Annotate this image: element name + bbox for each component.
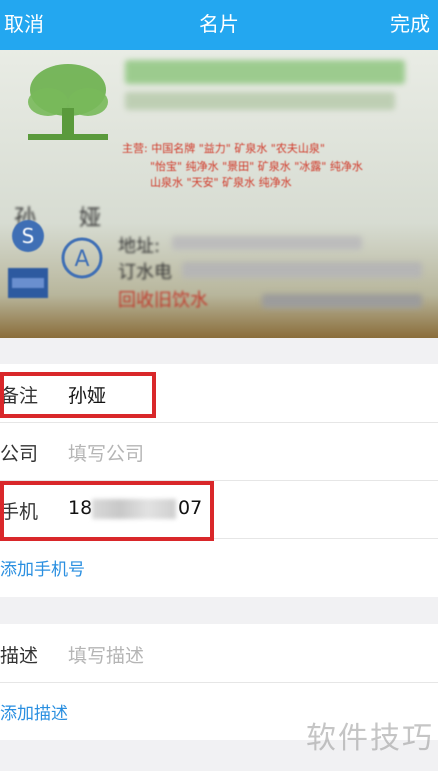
company-row[interactable]: 公司 填写公司 [0, 422, 438, 481]
add-phone-row[interactable]: 添加手机号 [0, 538, 438, 596]
address-blur [172, 236, 362, 250]
a-seal-icon: A [61, 237, 103, 279]
svg-text:A: A [74, 247, 89, 272]
recycle-blur [262, 294, 422, 308]
wsc-logo-icon [8, 268, 48, 298]
company-input[interactable]: 填写公司 [68, 439, 144, 466]
phone-highlight-box [0, 481, 214, 541]
company-label: 公司 [0, 443, 39, 465]
card-text-line: 主营: 中国名牌 "益力" 矿泉水 "农夫山泉" [122, 142, 325, 155]
desc-row[interactable]: 描述 填写描述 [0, 624, 438, 683]
page-title: 名片 [199, 12, 239, 36]
card-recycle-text: 回收旧饮水 [118, 290, 208, 311]
business-card-photo: 主营: 中国名牌 "益力" 矿泉水 "农夫山泉" "怡宝" 纯净水 "景田" 矿… [0, 50, 438, 338]
add-phone-link[interactable]: 添加手机号 [0, 555, 85, 580]
remark-highlight-box [0, 372, 156, 418]
add-desc-link[interactable]: 添加描述 [0, 699, 68, 724]
desc-input[interactable]: 填写描述 [68, 641, 144, 668]
nav-bar: 取消 名片 完成 [0, 0, 438, 50]
svg-text:S: S [22, 224, 35, 248]
card-text-line: "怡宝" 纯净水 "景田" 矿泉水 "冰露" 纯净水 [150, 160, 363, 173]
quality-seal-icon: S [12, 220, 44, 252]
company-name-blur [125, 60, 405, 84]
card-text-line: 山泉水 "天安" 矿泉水 纯净水 [150, 176, 292, 189]
watermark: 软件技巧 [306, 721, 434, 756]
done-button[interactable]: 完成 [390, 8, 430, 37]
tree-logo-icon [28, 64, 108, 140]
card-phone-label: 订水电 [118, 262, 172, 283]
card-address-label: 地址: [118, 236, 161, 257]
company-sub-blur [125, 92, 395, 110]
phone-blur [182, 262, 422, 278]
desc-label: 描述 [0, 645, 39, 667]
